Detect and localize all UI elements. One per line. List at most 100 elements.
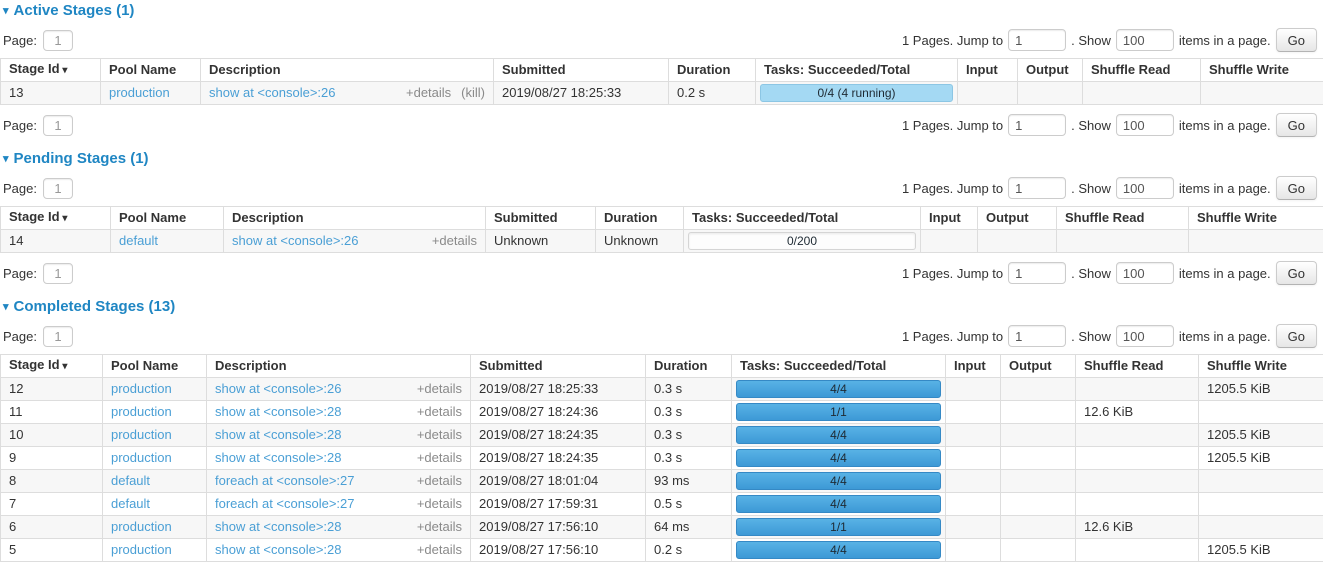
stage-row: 14defaultshow at <console>:26+detailsUnk… [1,230,1323,253]
stage-row: 8defaultforeach at <console>:27+details2… [1,470,1323,493]
page-number-input[interactable] [43,115,73,136]
page-number-input[interactable] [43,178,73,199]
go-button[interactable]: Go [1276,324,1317,348]
page-number-input[interactable] [43,263,73,284]
details-toggle[interactable]: +details [417,519,462,535]
pending-stages-header[interactable]: ▾ Pending Stages (1) [3,150,1323,168]
column-header-pool-name[interactable]: Pool Name [111,207,224,230]
stage-description-link[interactable]: show at <console>:28 [215,427,341,443]
stage-description-link[interactable]: show at <console>:28 [215,542,341,558]
column-header-stage-id[interactable]: Stage Id ▾ [1,207,111,230]
stage-description-link[interactable]: foreach at <console>:27 [215,473,355,489]
details-toggle[interactable]: +details [417,427,462,443]
show-label: . Show [1071,33,1111,48]
shuffle-read-cell [1076,470,1199,493]
stage-description-link[interactable]: foreach at <console>:27 [215,496,355,512]
pool-name-link[interactable]: production [111,427,172,442]
column-header-description[interactable]: Description [201,59,494,82]
column-header-input[interactable]: Input [946,355,1001,378]
items-label: items in a page. [1179,329,1271,344]
column-header-input[interactable]: Input [921,207,978,230]
items-label: items in a page. [1179,181,1271,196]
shuffle-write-cell: 1205.5 KiB [1199,424,1323,447]
pool-name-link[interactable]: production [111,404,172,419]
stage-description-link[interactable]: show at <console>:28 [215,450,341,466]
jump-to-input[interactable] [1008,262,1066,284]
column-header-output[interactable]: Output [1001,355,1076,378]
jump-to-input[interactable] [1008,114,1066,136]
column-header-submitted[interactable]: Submitted [471,355,646,378]
stage-id-cell: 7 [1,493,103,516]
column-header-shuffle-read[interactable]: Shuffle Read [1057,207,1189,230]
pool-name-link[interactable]: production [111,381,172,396]
pool-name-link[interactable]: production [109,85,170,100]
details-toggle[interactable]: +details [417,404,462,420]
details-toggle[interactable]: +details [417,381,462,397]
shuffle-write-cell [1199,493,1323,516]
stage-description-link[interactable]: show at <console>:28 [215,519,341,535]
details-toggle[interactable]: +details [417,450,462,466]
column-header-shuffle-read[interactable]: Shuffle Read [1083,59,1201,82]
details-toggle[interactable]: +details [406,85,451,101]
details-toggle[interactable]: +details [417,542,462,558]
pool-name-link[interactable]: production [111,450,172,465]
details-toggle[interactable]: +details [417,473,462,489]
jump-to-input[interactable] [1008,29,1066,51]
completed-stages-header[interactable]: ▾ Completed Stages (13) [3,298,1323,316]
column-header-submitted[interactable]: Submitted [494,59,669,82]
column-header-shuffle-read[interactable]: Shuffle Read [1076,355,1199,378]
column-header-shuffle-write[interactable]: Shuffle Write [1199,355,1323,378]
stage-description-link[interactable]: show at <console>:28 [215,404,341,420]
column-header-duration[interactable]: Duration [596,207,684,230]
column-header-stage-id[interactable]: Stage Id ▾ [1,355,103,378]
stage-description-link[interactable]: show at <console>:26 [215,381,341,397]
pool-name-link[interactable]: production [111,519,172,534]
details-toggle[interactable]: +details [417,496,462,512]
column-header-submitted[interactable]: Submitted [486,207,596,230]
kill-link[interactable]: (kill) [461,85,485,101]
column-header-tasks-succeeded-total[interactable]: Tasks: Succeeded/Total [684,207,921,230]
pool-name-link[interactable]: default [111,473,150,488]
active-stages-header[interactable]: ▾ Active Stages (1) [3,2,1323,20]
jump-to-input[interactable] [1008,177,1066,199]
column-header-pool-name[interactable]: Pool Name [101,59,201,82]
column-header-output[interactable]: Output [1018,59,1083,82]
column-header-output[interactable]: Output [978,207,1057,230]
items-per-page-input[interactable] [1116,29,1174,51]
pool-name-cell: default [103,493,207,516]
page-number-input[interactable] [43,30,73,51]
column-header-pool-name[interactable]: Pool Name [103,355,207,378]
jump-to-input[interactable] [1008,325,1066,347]
items-per-page-input[interactable] [1116,114,1174,136]
go-button[interactable]: Go [1276,176,1317,200]
pool-name-link[interactable]: default [111,496,150,511]
column-header-duration[interactable]: Duration [669,59,756,82]
column-header-tasks-succeeded-total[interactable]: Tasks: Succeeded/Total [732,355,946,378]
pool-name-link[interactable]: default [119,233,158,248]
items-per-page-input[interactable] [1116,177,1174,199]
tasks-progress-bar: 4/4 [736,426,941,444]
column-header-description[interactable]: Description [224,207,486,230]
tasks-progress-bar: 4/4 [736,380,941,398]
column-header-tasks-succeeded-total[interactable]: Tasks: Succeeded/Total [756,59,958,82]
duration-cell: 0.2 s [646,539,732,562]
go-button[interactable]: Go [1276,28,1317,52]
column-header-duration[interactable]: Duration [646,355,732,378]
page-number-input[interactable] [43,326,73,347]
column-header-shuffle-write[interactable]: Shuffle Write [1189,207,1323,230]
items-per-page-input[interactable] [1116,325,1174,347]
go-button[interactable]: Go [1276,261,1317,285]
stage-description-link[interactable]: show at <console>:26 [232,233,358,249]
column-header-input[interactable]: Input [958,59,1018,82]
pager-bottom: Page: 1 Pages. Jump to . Show items in a… [3,113,1317,137]
section-title-text: Active Stages (1) [14,2,135,20]
output-cell [1001,378,1076,401]
go-button[interactable]: Go [1276,113,1317,137]
details-toggle[interactable]: +details [432,233,477,249]
items-per-page-input[interactable] [1116,262,1174,284]
column-header-shuffle-write[interactable]: Shuffle Write [1201,59,1323,82]
column-header-stage-id[interactable]: Stage Id ▾ [1,59,101,82]
column-header-description[interactable]: Description [207,355,471,378]
stage-description-link[interactable]: show at <console>:26 [209,85,335,101]
output-cell [1001,424,1076,447]
